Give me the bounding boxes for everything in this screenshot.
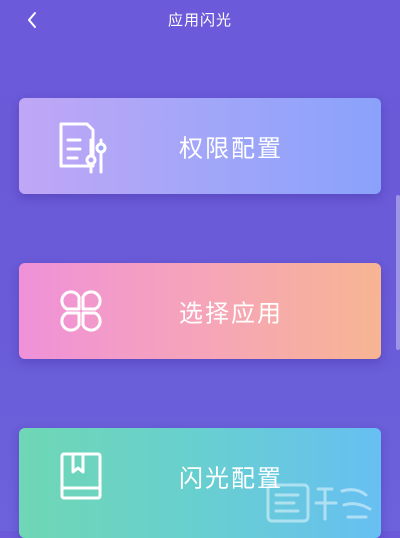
document-settings-icon: [59, 122, 107, 174]
bookmark-book-icon: [60, 452, 102, 500]
select-app-card[interactable]: 选择应用: [19, 263, 381, 359]
scrollbar[interactable]: [396, 195, 400, 350]
permissions-config-label: 权限配置: [179, 134, 283, 163]
top-bar: 应用闪光: [0, 0, 400, 40]
watermark-logo: [266, 483, 372, 523]
page-title: 应用闪光: [167, 11, 232, 29]
four-petal-apps-icon: [60, 290, 102, 332]
permissions-config-card[interactable]: 权限配置: [19, 98, 381, 194]
select-app-label: 选择应用: [179, 299, 283, 328]
